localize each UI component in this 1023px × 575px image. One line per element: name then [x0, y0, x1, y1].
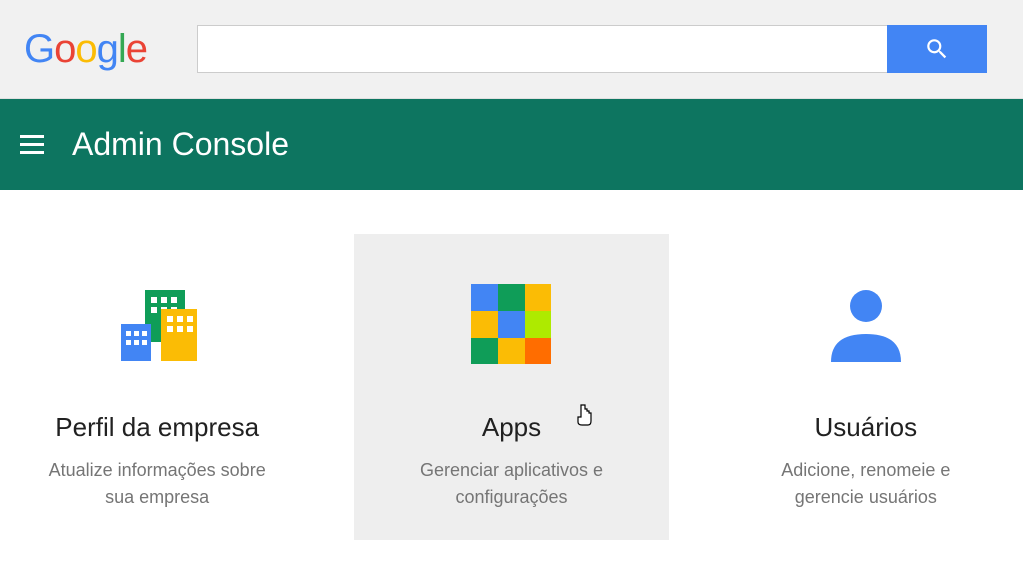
card-users[interactable]: Usuários Adicione, renomeie e gerencie u…	[709, 234, 1023, 540]
user-icon	[826, 284, 906, 364]
pointer-cursor-icon	[576, 404, 594, 426]
google-logo[interactable]: Google	[24, 27, 147, 72]
menu-button[interactable]	[20, 127, 44, 162]
nav-bar: Admin Console	[0, 99, 1023, 190]
card-desc: Adicione, renomeie e gerencie usuários	[756, 457, 976, 511]
card-title: Perfil da empresa	[55, 412, 259, 443]
cards-container: Perfil da empresa Atualize informações s…	[0, 190, 1023, 540]
top-bar: Google	[0, 0, 1023, 99]
search-icon	[924, 36, 950, 62]
card-desc: Gerenciar aplicativos e configurações	[401, 457, 621, 511]
card-desc: Atualize informações sobre sua empresa	[47, 457, 267, 511]
apps-grid-icon	[471, 284, 551, 364]
card-apps[interactable]: Apps Gerenciar aplicativos e configuraçõ…	[354, 234, 668, 540]
search-input[interactable]	[197, 25, 887, 73]
hamburger-icon	[20, 135, 44, 138]
search-wrap	[197, 25, 987, 73]
card-title: Usuários	[815, 412, 918, 443]
search-button[interactable]	[887, 25, 987, 73]
buildings-icon	[117, 284, 197, 364]
card-company-profile[interactable]: Perfil da empresa Atualize informações s…	[0, 234, 314, 540]
card-title: Apps	[482, 412, 541, 443]
page-title: Admin Console	[72, 126, 289, 163]
